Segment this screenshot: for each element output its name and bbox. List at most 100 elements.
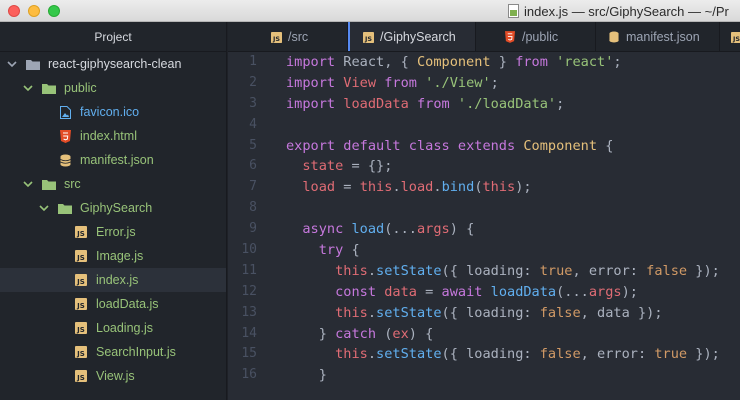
- tree-item-label: src: [64, 177, 81, 191]
- code-token: 'react': [556, 54, 614, 70]
- tree-item-favicon[interactable]: favicon.ico: [0, 100, 226, 124]
- code-token: './loadData': [457, 95, 557, 112]
- line-number: 4: [249, 116, 257, 132]
- code-token: , error:: [572, 262, 647, 279]
- code-token: ;: [613, 54, 622, 70]
- close-window-button[interactable]: [8, 5, 20, 17]
- code-token: import: [286, 74, 336, 91]
- tab-label: manifest.json: [626, 30, 700, 44]
- code-line: state = {};: [286, 156, 740, 177]
- code-token: (...: [556, 283, 589, 300]
- code-token: , error:: [580, 346, 655, 363]
- code-token: false: [539, 304, 581, 321]
- project-sidebar: Project react-giphysearch-clean public f…: [0, 22, 227, 400]
- tree-item-searchinput-js[interactable]: JS SearchInput.js: [0, 340, 226, 364]
- code-editor[interactable]: 1 2 3 4 5 6 7 8 9 10 11 12 13 14 15 16 i…: [228, 52, 740, 400]
- code-line: import React, { Component } from 'react'…: [286, 52, 740, 73]
- code-token: );: [621, 283, 638, 300]
- code-line: try {: [286, 240, 740, 261]
- code-token: try: [318, 242, 344, 259]
- tree-item-label: SearchInput.js: [96, 345, 176, 359]
- code-line: }: [286, 365, 740, 386]
- tab-src[interactable]: JS /src: [228, 22, 348, 51]
- tree-item-image-js[interactable]: JS Image.js: [0, 244, 226, 268]
- chevron-down-icon[interactable]: [38, 202, 50, 214]
- tree-item-loaddata-js[interactable]: JS loadData.js: [0, 292, 226, 316]
- chevron-down-icon[interactable]: [22, 82, 34, 94]
- code-token: ;: [556, 95, 565, 112]
- svg-text:JS: JS: [76, 350, 85, 358]
- tree-item-label: Error.js: [96, 225, 136, 239]
- folder-icon: [58, 203, 72, 214]
- tab-bar: JS /src JS /GiphySearch /public manifest…: [228, 22, 740, 52]
- tree-item-index-js[interactable]: JS index.js: [0, 268, 226, 292]
- svg-text:JS: JS: [76, 230, 85, 238]
- code-token: (: [376, 325, 393, 342]
- tab-public[interactable]: /public: [476, 22, 596, 51]
- code-token: .: [367, 346, 377, 363]
- chevron-down-icon[interactable]: [22, 178, 34, 190]
- code-token: }: [286, 367, 327, 384]
- code-line: load = this.load.bind(this);: [286, 177, 740, 198]
- code-token: (...: [384, 221, 417, 238]
- code-token: this: [359, 179, 393, 196]
- code-token: });: [687, 262, 720, 279]
- line-number: 12: [241, 283, 257, 299]
- tree-item-manifest[interactable]: manifest.json: [0, 148, 226, 172]
- code-line: import View from './View';: [286, 73, 740, 94]
- tree-item-loading-js[interactable]: JS Loading.js: [0, 316, 226, 340]
- code-token: class: [408, 137, 450, 154]
- code-token: loadData: [343, 95, 409, 112]
- tab-manifest[interactable]: manifest.json: [596, 22, 720, 51]
- tree-item-root[interactable]: react-giphysearch-clean: [0, 52, 226, 76]
- tree-item-src[interactable]: src: [0, 172, 226, 196]
- tab-giphysearch[interactable]: JS /GiphySearch: [348, 22, 476, 51]
- line-number: 13: [241, 304, 257, 320]
- tree-item-giphysearch[interactable]: GiphySearch: [0, 196, 226, 220]
- code-token: .: [367, 304, 377, 321]
- code-token: this: [335, 262, 368, 279]
- tree-item-label: manifest.json: [80, 153, 154, 167]
- tree-item-label: Image.js: [96, 249, 144, 263]
- code-line: this.setState({ loading: false, data });: [286, 303, 740, 324]
- code-token: catch: [335, 325, 377, 342]
- chevron-down-icon[interactable]: [6, 58, 18, 70]
- tab-label: /GiphySearch: [380, 30, 456, 44]
- tree-item-label: public: [64, 81, 97, 95]
- js-icon: JS: [270, 31, 282, 43]
- code-area[interactable]: import React, { Component } from 'react'…: [286, 52, 740, 386]
- image-icon: [58, 105, 72, 119]
- svg-text:JS: JS: [732, 35, 740, 43]
- tab-overflow[interactable]: JS: [720, 22, 740, 51]
- tab-label: /src: [288, 30, 309, 44]
- window-title: index.js — src/GiphySearch — ~/Pr: [524, 3, 729, 19]
- tree-item-label: GiphySearch: [80, 201, 153, 215]
- code-token: import: [286, 95, 336, 112]
- js-icon: JS: [74, 297, 88, 311]
- code-token: );: [515, 179, 532, 196]
- minimize-window-button[interactable]: [28, 5, 40, 17]
- database-icon: [58, 153, 72, 167]
- code-token: ex: [392, 325, 409, 342]
- line-number: 9: [249, 221, 257, 237]
- tree-item-index-html[interactable]: index.html: [0, 124, 226, 148]
- tree-item-view-js[interactable]: JS View.js: [0, 364, 226, 388]
- tree-item-error-js[interactable]: JS Error.js: [0, 220, 226, 244]
- code-token: false: [539, 346, 581, 363]
- code-token: const: [335, 283, 377, 300]
- zoom-window-button[interactable]: [48, 5, 60, 17]
- code-token: state: [302, 158, 344, 175]
- tree-item-public[interactable]: public: [0, 76, 226, 100]
- code-token: load: [400, 179, 434, 196]
- tab-label: /public: [522, 30, 559, 44]
- code-token: args: [588, 283, 622, 300]
